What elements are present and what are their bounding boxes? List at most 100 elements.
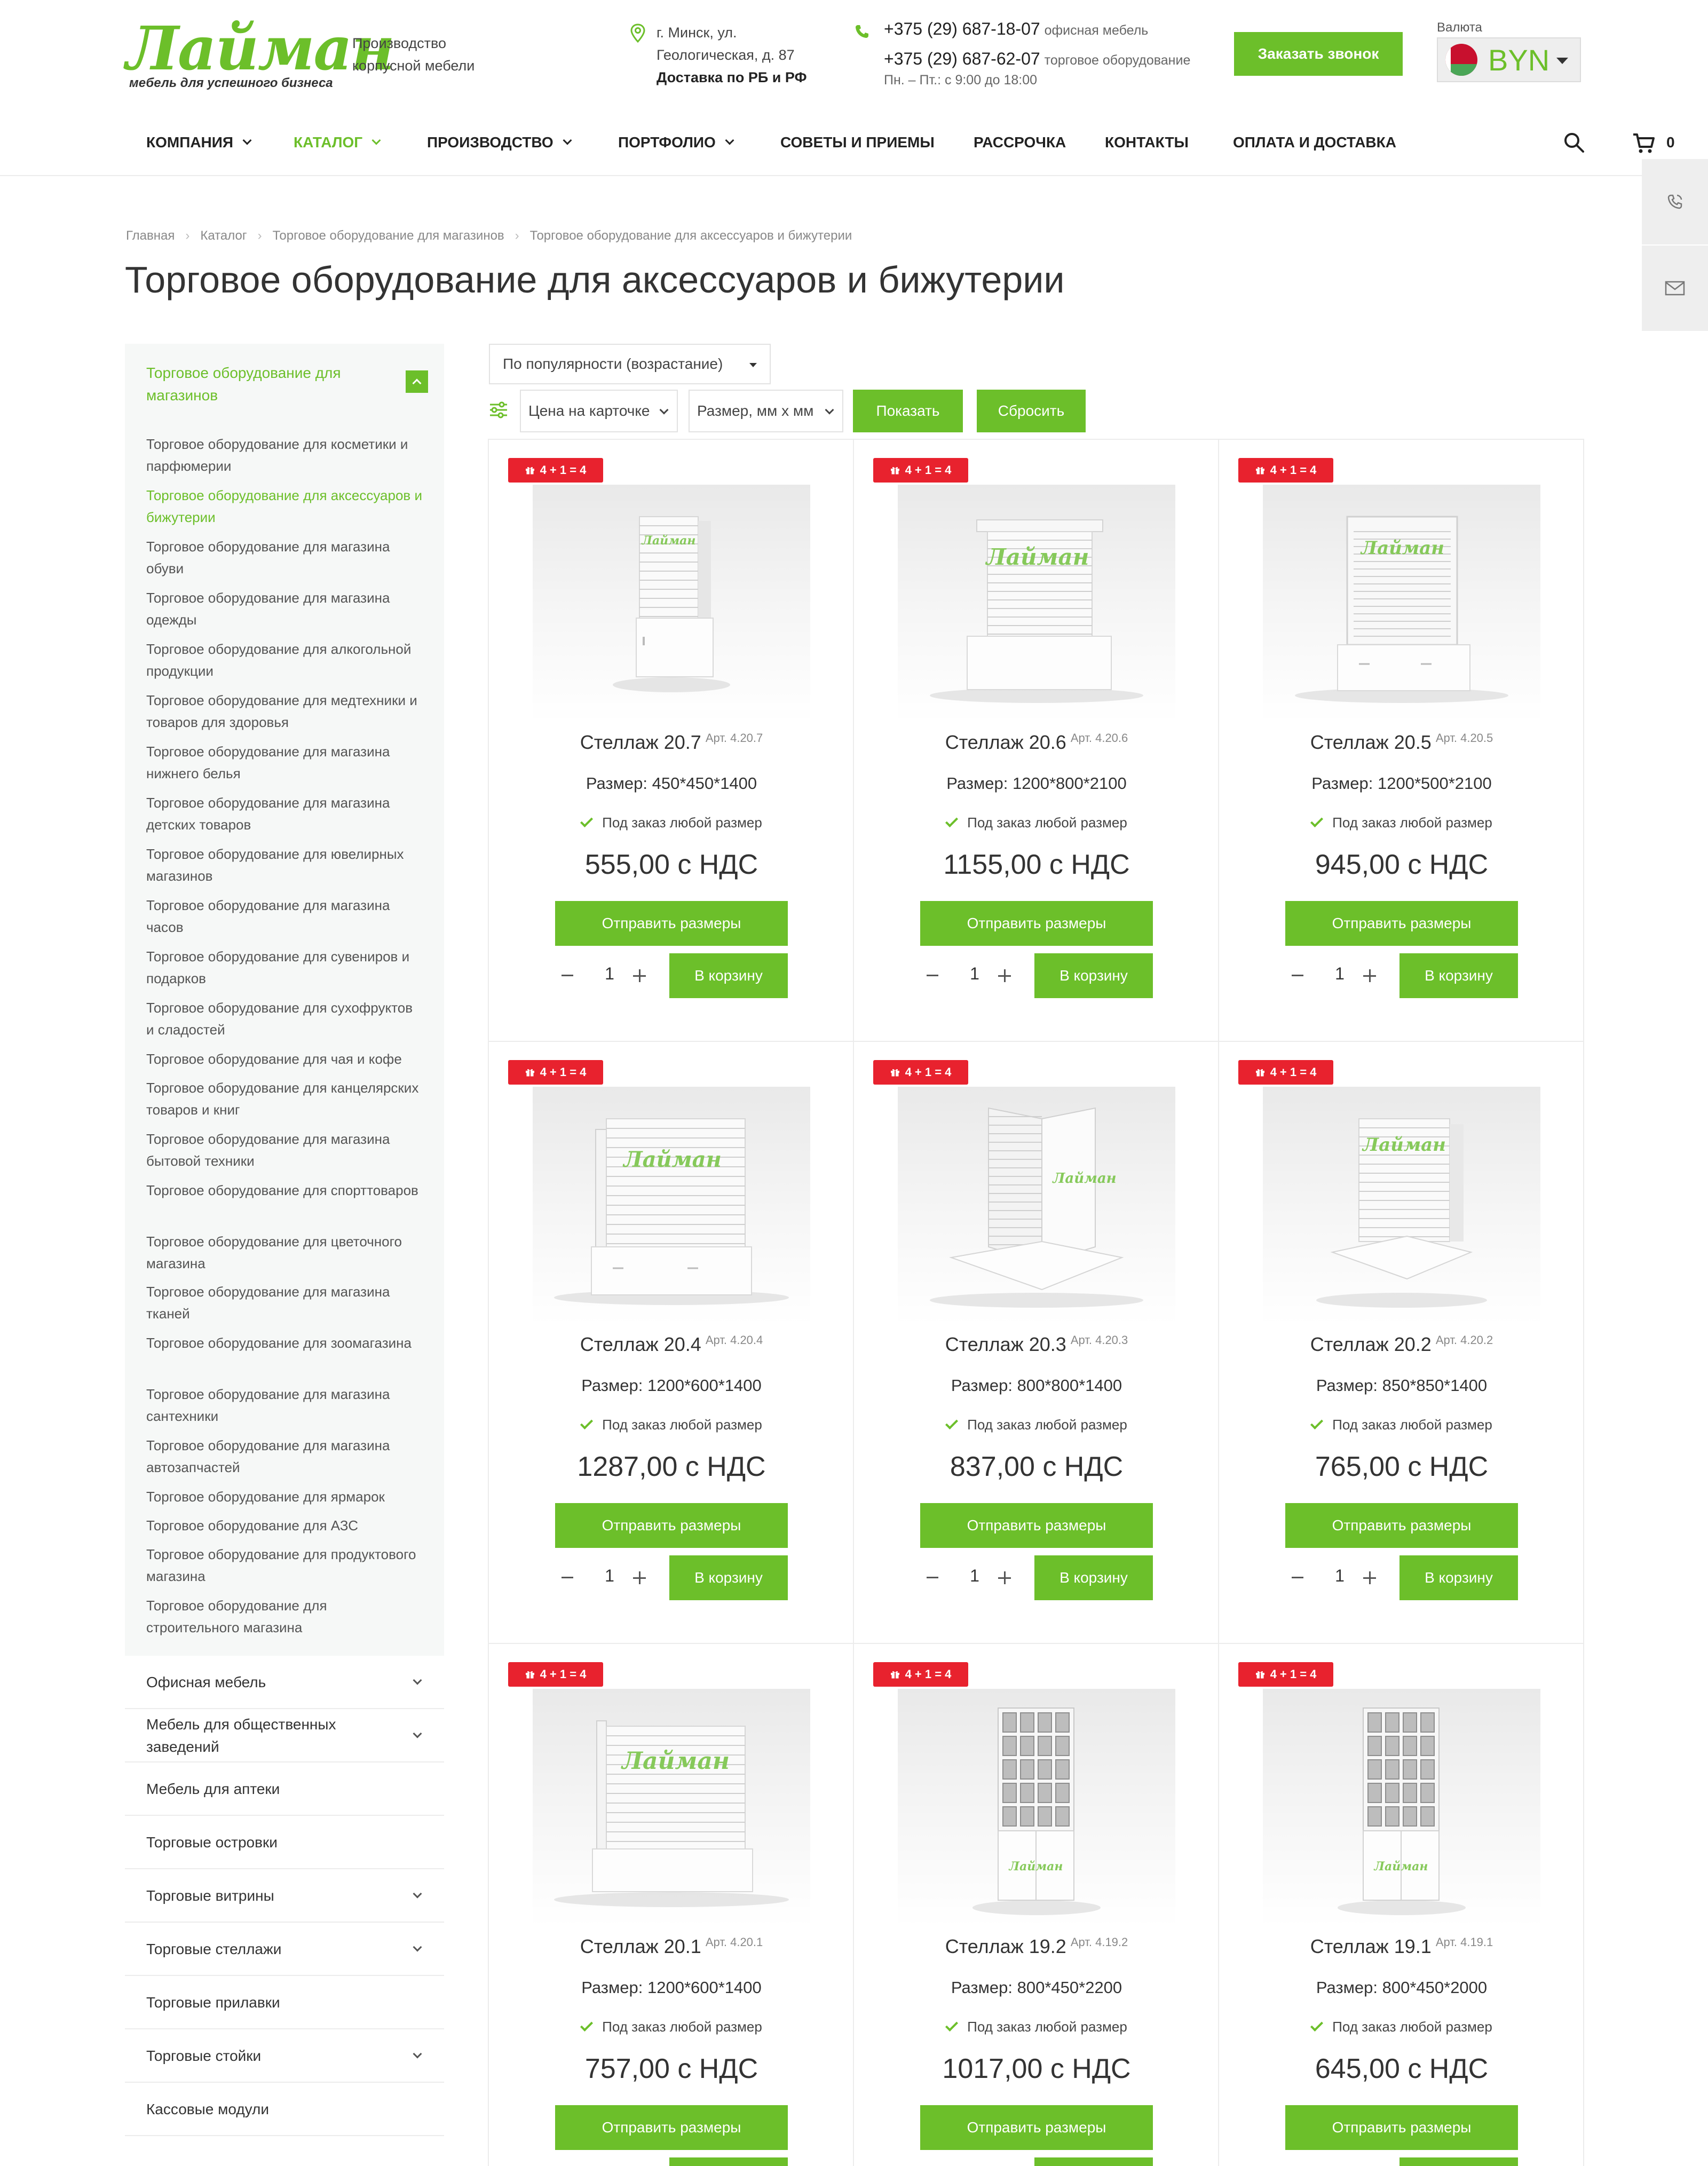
sidebar-subcategory[interactable]: Торговое оборудование для АЗС	[146, 1515, 424, 1537]
quantity-stepper[interactable]: 1	[920, 953, 1025, 998]
quantity-stepper[interactable]: 1	[920, 1555, 1025, 1600]
sidebar-subcategory[interactable]: Торговое оборудование для алкогольной пр…	[146, 638, 424, 682]
send-sizes-button[interactable]: Отправить размеры	[920, 2105, 1153, 2150]
quantity-stepper[interactable]: 1	[555, 953, 660, 998]
quantity-value[interactable]: 1	[599, 1566, 620, 1586]
sidebar-subcategory[interactable]: Торговое оборудование для медтехники и т…	[146, 690, 424, 733]
quantity-stepper[interactable]: 1	[1285, 2157, 1390, 2166]
chevron-down-icon[interactable]	[413, 1675, 422, 1685]
product-image[interactable]: Лайман	[898, 1689, 1175, 1927]
size-filter-dropdown[interactable]: Размер, мм х мм	[689, 390, 843, 432]
currency-select[interactable]: BYN	[1437, 37, 1581, 82]
quantity-value[interactable]: 1	[964, 964, 985, 984]
minus-icon[interactable]	[927, 1577, 938, 1578]
product-title[interactable]: Стеллаж 20.2 Арт. 4.20.2	[1219, 1333, 1584, 1356]
sidebar-subcategory[interactable]: Торговое оборудование для магазина нижне…	[146, 741, 424, 785]
send-sizes-button[interactable]: Отправить размеры	[920, 1503, 1153, 1548]
product-name[interactable]: Стеллаж 20.5	[1310, 731, 1432, 753]
add-to-cart-button[interactable]: В корзину	[1034, 2157, 1153, 2166]
product-name[interactable]: Стеллаж 19.1	[1310, 1935, 1432, 1957]
email-float-button[interactable]	[1642, 246, 1708, 331]
sidebar-subcategory[interactable]: Торговое оборудование для магазина автоз…	[146, 1435, 424, 1479]
quantity-value[interactable]: 1	[1329, 1566, 1350, 1586]
send-sizes-button[interactable]: Отправить размеры	[555, 1503, 788, 1548]
nav-item-contacts[interactable]: КОНТАКТЫ	[1105, 124, 1189, 161]
sidebar-category-showcases[interactable]: Торговые витрины	[125, 1869, 444, 1923]
nav-item-portfolio[interactable]: ПОРТФОЛИО	[618, 124, 734, 161]
sidebar-subcategory-active[interactable]: Торговое оборудование для аксессуаров и …	[146, 485, 424, 528]
product-card[interactable]: 4 + 1 = 4 Лайман Стеллаж 19.2 Арт. 4.19.2…	[854, 1644, 1219, 2166]
plus-icon[interactable]	[998, 969, 1011, 982]
sidebar-subcategory[interactable]: Торговое оборудование для цветочного маг…	[146, 1231, 424, 1275]
product-title[interactable]: Стеллаж 20.3 Арт. 4.20.3	[854, 1333, 1219, 1356]
chevron-down-icon[interactable]	[413, 1942, 422, 1952]
site-logo[interactable]: Лайман мебель для успешного бизнеса	[126, 19, 395, 94]
product-image[interactable]: Лайман	[1263, 1087, 1540, 1325]
product-title[interactable]: Стеллаж 20.7 Арт. 4.20.7	[489, 731, 854, 754]
sidebar-subcategory[interactable]: Торговое оборудование для магазина детск…	[146, 792, 424, 836]
add-to-cart-button[interactable]: В корзину	[1034, 953, 1153, 998]
sidebar-category-checkout[interactable]: Кассовые модули	[125, 2083, 444, 2136]
quantity-value[interactable]: 1	[964, 1566, 985, 1586]
plus-icon[interactable]	[633, 969, 646, 982]
callback-float-button[interactable]	[1642, 159, 1708, 244]
product-title[interactable]: Стеллаж 20.4 Арт. 4.20.4	[489, 1333, 854, 1356]
sidebar-subcategory[interactable]: Торговое оборудование для магазина обуви	[146, 536, 424, 580]
send-sizes-button[interactable]: Отправить размеры	[920, 901, 1153, 946]
product-name[interactable]: Стеллаж 20.2	[1310, 1333, 1432, 1355]
sidebar-subcategory[interactable]: Торговое оборудование для сухофруктов и …	[146, 997, 424, 1041]
add-to-cart-button[interactable]: В корзину	[1399, 1555, 1518, 1600]
nav-item-tips[interactable]: СОВЕТЫ И ПРИЕМЫ	[780, 124, 935, 161]
sidebar-category-public[interactable]: Мебель для общественных заведений	[125, 1709, 444, 1762]
product-name[interactable]: Стеллаж 20.1	[580, 1935, 701, 1957]
product-name[interactable]: Стеллаж 20.7	[580, 731, 701, 753]
add-to-cart-button[interactable]: В корзину	[1399, 2157, 1518, 2166]
product-title[interactable]: Стеллаж 20.1 Арт. 4.20.1	[489, 1935, 854, 1958]
sidebar-subcategory[interactable]: Торговое оборудование для чая и кофе	[146, 1048, 424, 1070]
product-image[interactable]: Лайман	[898, 485, 1175, 723]
show-button[interactable]: Показать	[853, 390, 963, 432]
sidebar-subcategory[interactable]: Торговое оборудование для сувениров и по…	[146, 946, 424, 990]
send-sizes-button[interactable]: Отправить размеры	[555, 901, 788, 946]
minus-icon[interactable]	[562, 1577, 573, 1578]
minus-icon[interactable]	[927, 975, 938, 976]
plus-icon[interactable]	[1363, 969, 1376, 982]
quantity-stepper[interactable]: 1	[555, 2157, 660, 2166]
add-to-cart-button[interactable]: В корзину	[669, 953, 788, 998]
sidebar-subcategory[interactable]: Торговое оборудование для спорттоваров	[146, 1180, 424, 1201]
sidebar-subcategory[interactable]: Торговое оборудование для зоомагазина	[146, 1332, 424, 1354]
sidebar-subcategory[interactable]: Торговое оборудование для ярмарок	[146, 1486, 424, 1508]
product-card[interactable]: 4 + 1 = 4 Лайман Стеллаж 20.3 Арт. 4.20.3…	[854, 1042, 1219, 1644]
product-image[interactable]: Лайман	[898, 1087, 1175, 1325]
product-image[interactable]: Лайман	[533, 1087, 810, 1325]
add-to-cart-button[interactable]: В корзину	[1399, 953, 1518, 998]
quantity-value[interactable]: 1	[599, 964, 620, 984]
product-card[interactable]: 4 + 1 = 4 Лайман Стеллаж 20.7 Арт. 4.20.7…	[489, 440, 854, 1042]
sidebar-subcategory[interactable]: Торговое оборудование для продуктового м…	[146, 1544, 424, 1587]
sidebar-category-islands[interactable]: Торговые островки	[125, 1816, 444, 1869]
nav-item-payment-delivery[interactable]: ОПЛАТА И ДОСТАВКА	[1233, 124, 1396, 161]
sidebar-subcategory[interactable]: Торговое оборудование для магазина ткане…	[146, 1281, 424, 1325]
nav-item-catalog[interactable]: КАТАЛОГ	[294, 124, 381, 161]
quantity-stepper[interactable]: 1	[1285, 953, 1390, 998]
chevron-down-icon[interactable]	[413, 2049, 422, 2059]
product-name[interactable]: Стеллаж 20.4	[580, 1333, 701, 1355]
product-title[interactable]: Стеллаж 20.6 Арт. 4.20.6	[854, 731, 1219, 754]
collapse-toggle[interactable]	[406, 370, 428, 393]
product-name[interactable]: Стеллаж 20.6	[945, 731, 1066, 753]
phone-line-retail[interactable]: +375 (29) 687-62-07 торговое оборудование	[884, 49, 1190, 69]
product-title[interactable]: Стеллаж 20.5 Арт. 4.20.5	[1219, 731, 1584, 754]
sidebar-category-office[interactable]: Офисная мебель	[125, 1656, 444, 1709]
sidebar-subcategory[interactable]: Торговое оборудование для магазина одежд…	[146, 587, 424, 631]
cart-icon[interactable]	[1632, 132, 1655, 154]
quantity-value[interactable]: 1	[1329, 964, 1350, 984]
breadcrumb-link[interactable]: Главная	[126, 228, 175, 243]
chevron-down-icon[interactable]	[413, 1889, 422, 1899]
product-title[interactable]: Стеллаж 19.1 Арт. 4.19.1	[1219, 1935, 1584, 1958]
breadcrumb-link[interactable]: Каталог	[200, 228, 247, 243]
product-card[interactable]: 4 + 1 = 4 Лайман Стеллаж 20.6 Арт. 4.20.6…	[854, 440, 1219, 1042]
minus-icon[interactable]	[562, 975, 573, 976]
phone-number[interactable]: +375 (29) 687-18-07	[884, 19, 1040, 38]
quantity-stepper[interactable]: 1	[555, 1555, 660, 1600]
chevron-down-icon[interactable]	[413, 1729, 422, 1738]
